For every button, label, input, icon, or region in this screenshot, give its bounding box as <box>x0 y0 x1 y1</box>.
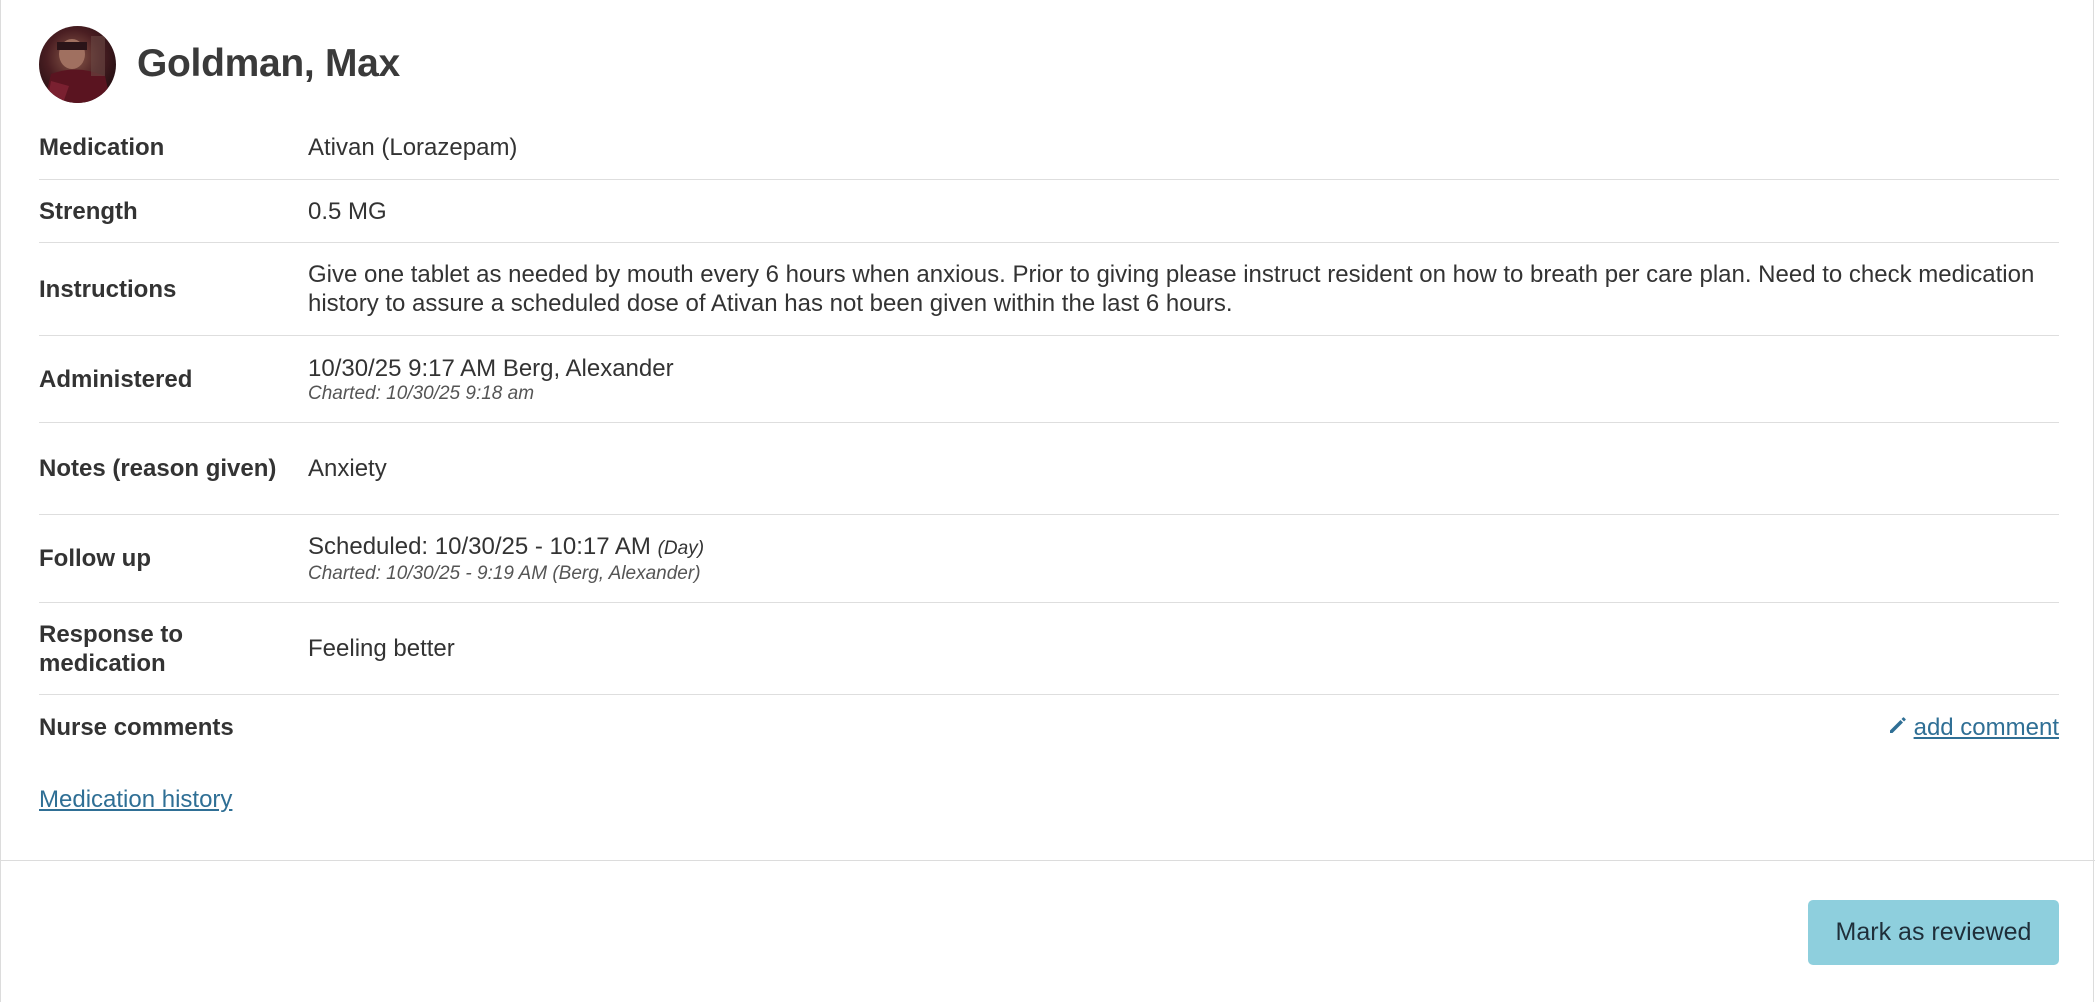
nurse-comments-label: Nurse comments <box>39 713 234 741</box>
medication-row: Medication Ativan (Lorazepam) <box>39 116 2059 180</box>
add-comment-link[interactable]: add comment <box>1888 713 2059 742</box>
medication-label: Medication <box>39 134 165 161</box>
notes-label: Notes (reason given) <box>39 455 277 482</box>
nurse-comments-row: Nurse comments add comment <box>39 695 2059 759</box>
patient-avatar <box>39 25 116 103</box>
administered-row: Administered 10/30/25 9:17 AM Berg, Alex… <box>39 336 2059 423</box>
instructions-value: Give one tablet as needed by mouth every… <box>308 261 2035 317</box>
follow-up-label: Follow up <box>39 545 151 572</box>
pencil-icon <box>1888 713 1908 742</box>
mark-as-reviewed-button[interactable]: Mark as reviewed <box>1808 900 2059 965</box>
response-value: Feeling better <box>308 635 455 662</box>
response-label: Response to medication <box>39 620 184 677</box>
follow-up-value: Scheduled: 10/30/25 - 10:17 AM <box>308 533 651 560</box>
nurse-comments-cell: add comment <box>308 713 2059 742</box>
notes-value: Anxiety <box>308 455 387 482</box>
administered-cell: 10/30/25 9:17 AM Berg, Alexander Charted… <box>308 354 2059 405</box>
notes-row: Notes (reason given) Anxiety <box>39 423 2059 515</box>
patient-name: Goldman, Max <box>137 42 400 85</box>
strength-label: Strength <box>39 197 138 225</box>
instructions-label: Instructions <box>39 275 177 303</box>
footer-divider <box>1 860 2095 861</box>
administered-label: Administered <box>39 365 193 393</box>
strength-value: 0.5 MG <box>308 197 387 225</box>
follow-up-scheduled: Scheduled: 10/30/25 - 10:17 AM (Day) <box>308 532 2059 563</box>
strength-row: Strength 0.5 MG <box>39 180 2059 243</box>
medication-value: Ativan (Lorazepam) <box>308 134 518 161</box>
administered-value: 10/30/25 9:17 AM Berg, Alexander <box>308 354 674 382</box>
follow-up-charted: Charted: 10/30/25 - 9:19 AM (Berg, Alexa… <box>308 563 701 584</box>
add-comment-label: add comment <box>1913 713 2059 741</box>
administered-charted: Charted: 10/30/25 9:18 am <box>308 382 535 404</box>
follow-up-row: Follow up Scheduled: 10/30/25 - 10:17 AM… <box>39 515 2059 603</box>
instructions-row: Instructions Give one tablet as needed b… <box>39 243 2059 336</box>
follow-up-cell: Scheduled: 10/30/25 - 10:17 AM (Day) Cha… <box>308 532 2059 585</box>
response-row: Response to medication Feeling better <box>39 603 2059 695</box>
follow-up-shift: (Day) <box>657 538 705 559</box>
patient-header: Goldman, Max <box>39 25 400 103</box>
medication-details-table: Medication Ativan (Lorazepam) Strength 0… <box>39 116 2059 759</box>
medication-review-panel: Goldman, Max Medication Ativan (Lorazepa… <box>0 0 2095 1002</box>
medication-history-link[interactable]: Medication history <box>39 786 232 814</box>
